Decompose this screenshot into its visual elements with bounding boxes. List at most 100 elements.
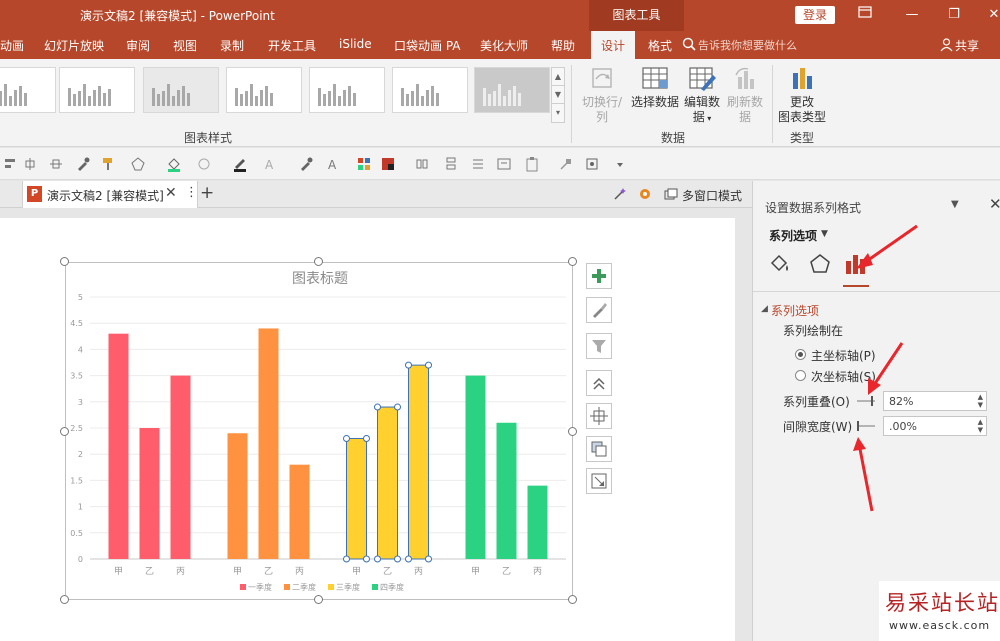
share-button[interactable]: 共享 xyxy=(955,37,979,54)
layer-button[interactable] xyxy=(586,436,612,462)
chart-frame[interactable]: 图表标题 0 0.5 1 1.5 2 2.5 3 3.5 4 4.5 5 甲 乙 丙 甲 乙 丙 甲 乙 丙 甲 乙 丙一季度… xyxy=(65,262,573,600)
close-button[interactable]: ✕ xyxy=(982,5,1000,25)
bar-1-0[interactable] xyxy=(227,433,248,559)
resize-to-fit-button[interactable] xyxy=(586,468,612,494)
switch-row-column-button[interactable]: 切换行/列 xyxy=(576,65,628,125)
restore-button[interactable]: ❐ xyxy=(942,5,966,25)
list-icon[interactable] xyxy=(470,156,486,172)
resize-handle-bottom-left[interactable] xyxy=(60,595,69,604)
columns-icon[interactable] xyxy=(414,156,430,172)
text-effect-icon[interactable]: A xyxy=(262,156,278,172)
align-center-button[interactable] xyxy=(586,403,612,429)
resize-handle-left[interactable] xyxy=(60,427,69,436)
resize-handle-bottom-right[interactable] xyxy=(568,595,577,604)
bar-3-0[interactable] xyxy=(465,375,486,559)
bar-1-2[interactable] xyxy=(289,464,310,559)
toolbar-overflow-icon[interactable] xyxy=(612,156,628,172)
select-data-icon xyxy=(640,65,670,93)
chart-elements-button[interactable] xyxy=(586,263,612,289)
format-painter-icon[interactable] xyxy=(100,156,116,172)
bar-0-1[interactable] xyxy=(139,428,160,559)
pin-icon[interactable] xyxy=(558,156,574,172)
document-tab-more-icon[interactable]: ⋮ xyxy=(185,185,198,200)
bar-2-2[interactable] xyxy=(408,364,429,560)
chart-style-6[interactable] xyxy=(392,67,468,113)
gallery-scroll-up-icon[interactable]: ▲ xyxy=(552,68,564,86)
ribbon-display-icon[interactable] xyxy=(853,5,877,25)
new-tab-button[interactable]: + xyxy=(200,183,214,203)
select-data-button[interactable]: 选择数据 xyxy=(631,65,679,110)
chart-style-1[interactable] xyxy=(0,67,56,113)
chart-style-4[interactable] xyxy=(226,67,302,113)
chart-style-3[interactable] xyxy=(143,67,219,113)
chart-filters-button[interactable] xyxy=(586,333,612,359)
middle-align-icon[interactable] xyxy=(48,156,64,172)
bar-3-1[interactable] xyxy=(496,422,517,559)
text-box-icon[interactable] xyxy=(496,156,512,172)
edit-data-button[interactable]: 编辑数 据 ▾ xyxy=(684,65,720,126)
resize-handle-right[interactable] xyxy=(568,427,577,436)
fill-color-icon[interactable] xyxy=(166,156,182,172)
bar-3-2[interactable] xyxy=(527,485,548,559)
tab-record[interactable]: 录制 xyxy=(220,37,244,54)
tab-design[interactable]: 设计 xyxy=(591,31,636,59)
pen-color-icon[interactable] xyxy=(232,156,248,172)
gear-icon[interactable] xyxy=(637,186,653,202)
multi-window-icon[interactable] xyxy=(664,188,678,201)
tab-animation[interactable]: 动画 xyxy=(0,37,24,54)
minimize-button[interactable]: — xyxy=(900,5,924,25)
chart-styles-button[interactable] xyxy=(586,297,612,323)
resize-handle-top-left[interactable] xyxy=(60,257,69,266)
refresh-data-button[interactable]: 刷新数据 xyxy=(722,65,768,125)
tab-slideshow[interactable]: 幻灯片放映 xyxy=(44,37,104,54)
document-tab-close-icon[interactable]: ✕ xyxy=(165,185,177,201)
eyedropper-icon[interactable] xyxy=(75,156,91,172)
edit-data-label-2: 据 xyxy=(692,110,705,124)
legend-label: 二季度 xyxy=(292,582,316,592)
change-chart-type-button[interactable]: 更改 图表类型 xyxy=(776,65,828,125)
resize-handle-top-right[interactable] xyxy=(568,257,577,266)
tab-pocket-animation[interactable]: 口袋动画 PA xyxy=(394,37,461,54)
tab-beautify[interactable]: 美化大师 xyxy=(480,37,528,54)
tab-format[interactable]: 格式 xyxy=(648,37,672,54)
ribbon-body: ▲ ▼ ▾ 图表样式 切换行/列 选择数据 编辑数 据 ▾ 刷新数据 数据 更改… xyxy=(0,59,1000,147)
type-group-label: 类型 xyxy=(790,131,815,145)
resize-handle-top[interactable] xyxy=(314,257,323,266)
bar-2-0[interactable] xyxy=(346,437,367,560)
resize-handle-bottom[interactable] xyxy=(314,595,323,604)
gallery-more-icon[interactable]: ▾ xyxy=(552,104,564,122)
crop-icon[interactable] xyxy=(584,156,600,172)
tab-review[interactable]: 审阅 xyxy=(126,37,150,54)
grid-icon[interactable] xyxy=(356,156,372,172)
tab-islide[interactable]: iSlide xyxy=(339,37,372,51)
font-color-icon[interactable]: A xyxy=(325,156,341,172)
chart-style-5[interactable] xyxy=(309,67,385,113)
bar-2-1[interactable] xyxy=(377,406,398,560)
color-swatch-icon[interactable] xyxy=(380,156,396,172)
column-chart[interactable]: 图表标题 0 0.5 1 1.5 2 2.5 3 3.5 4 4.5 5 甲 乙 丙 甲 乙 丙 甲 乙 丙 甲 乙 丙一季度… xyxy=(66,263,574,601)
shape-icon[interactable] xyxy=(130,156,146,172)
bar-selection-handle xyxy=(363,434,370,442)
login-button[interactable]: 登录 xyxy=(795,6,835,24)
bring-forward-button[interactable] xyxy=(586,370,612,396)
effects-icon[interactable] xyxy=(196,156,212,172)
bar-0-2[interactable] xyxy=(170,375,191,559)
rows-icon[interactable] xyxy=(443,156,459,172)
clipboard-icon[interactable] xyxy=(524,156,540,172)
chart-style-7[interactable] xyxy=(474,67,550,113)
tab-view[interactable]: 视图 xyxy=(173,37,197,54)
document-tab[interactable]: P 演示文稿2 [兼容模式] ✕ ⋮ xyxy=(22,181,198,208)
tell-me-input[interactable]: 告诉我你想要做什么 xyxy=(698,37,797,53)
gallery-scroll[interactable]: ▲ ▼ ▾ xyxy=(551,67,565,123)
align-icon[interactable] xyxy=(2,156,18,172)
magic-wand-icon[interactable] xyxy=(612,186,628,202)
tab-help[interactable]: 帮助 xyxy=(551,37,575,54)
tab-developer[interactable]: 开发工具 xyxy=(268,37,316,54)
gallery-scroll-down-icon[interactable]: ▼ xyxy=(552,86,564,104)
chart-style-2[interactable] xyxy=(59,67,135,113)
distribute-icon[interactable] xyxy=(22,156,38,172)
bar-1-1[interactable] xyxy=(258,328,279,559)
multi-window-mode-button[interactable]: 多窗口模式 xyxy=(682,187,742,204)
picker-icon[interactable] xyxy=(298,156,314,172)
bar-0-0[interactable] xyxy=(108,333,129,559)
